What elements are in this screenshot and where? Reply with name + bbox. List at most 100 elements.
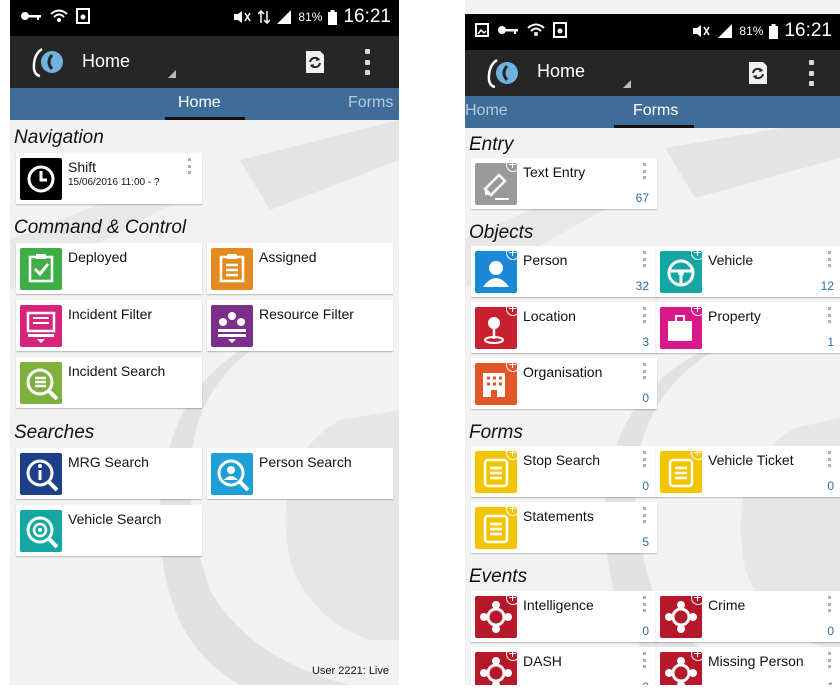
tile-menu-button[interactable] bbox=[643, 363, 647, 379]
wifi-icon bbox=[50, 9, 68, 22]
tab-home[interactable]: Home bbox=[178, 94, 221, 112]
person-search-tile[interactable]: Person Search bbox=[207, 448, 393, 499]
overflow-menu-button[interactable] bbox=[806, 60, 816, 86]
incident-filter-tile[interactable]: Incident Filter bbox=[16, 300, 202, 351]
tile-label: Text Entry bbox=[523, 164, 586, 180]
tile-count: 12 bbox=[820, 279, 834, 293]
image-icon bbox=[76, 8, 90, 24]
resource-filter-tile[interactable]: Resource Filter bbox=[207, 300, 393, 351]
tile-menu-button[interactable] bbox=[188, 158, 192, 174]
section-title-searches: Searches bbox=[14, 422, 95, 443]
tile-menu-button[interactable] bbox=[643, 307, 647, 323]
tab-forms[interactable]: Forms bbox=[348, 94, 393, 112]
tile-count: 0 bbox=[642, 391, 649, 405]
tile-label: Shift bbox=[68, 159, 97, 175]
status-bar: 81% 16:21 bbox=[10, 0, 399, 36]
person-tile[interactable]: Person 32 bbox=[471, 246, 657, 297]
app-bar: Home bbox=[10, 36, 399, 88]
tile-label: Vehicle bbox=[708, 252, 754, 268]
forms-content: Entry Text Entry 67 Objects Person 32 Ve… bbox=[465, 128, 840, 685]
tile-count: 3 bbox=[642, 335, 649, 349]
tile-menu-button[interactable] bbox=[643, 652, 647, 668]
tile-count: 0 bbox=[827, 624, 834, 638]
add-icon bbox=[506, 246, 520, 260]
shift-tile[interactable]: Shift 15/06/2016 11:00 - ? bbox=[16, 153, 202, 204]
section-title-forms: Forms bbox=[469, 422, 523, 443]
section-title-objects: Objects bbox=[469, 222, 534, 243]
image-icon bbox=[553, 22, 567, 38]
signal-icon bbox=[277, 10, 292, 24]
deployed-tile[interactable]: Deployed bbox=[16, 243, 202, 294]
tile-label: DASH bbox=[523, 653, 562, 669]
intelligence-tile[interactable]: Intelligence 0 bbox=[471, 591, 657, 642]
tab-forms[interactable]: Forms bbox=[633, 102, 678, 120]
tile-label: Missing Person bbox=[708, 653, 804, 669]
tile-menu-button[interactable] bbox=[643, 251, 647, 267]
add-icon bbox=[691, 446, 705, 460]
assigned-tile[interactable]: Assigned bbox=[207, 243, 393, 294]
app-logo-icon[interactable] bbox=[487, 56, 521, 90]
add-icon bbox=[691, 591, 705, 605]
battery-percent: 81% bbox=[739, 24, 764, 38]
status-bar: 81% 16:21 bbox=[465, 14, 840, 50]
tile-menu-button[interactable] bbox=[828, 652, 832, 668]
tile-label: Incident Filter bbox=[68, 306, 153, 322]
app-logo-icon[interactable] bbox=[32, 45, 66, 79]
add-icon bbox=[506, 647, 520, 661]
deployed-icon bbox=[20, 248, 62, 290]
add-icon bbox=[506, 158, 520, 172]
stop-search-tile[interactable]: Stop Search 0 bbox=[471, 446, 657, 497]
app-title[interactable]: Home bbox=[537, 61, 585, 82]
dropdown-caret-icon[interactable] bbox=[623, 80, 631, 88]
mute-icon bbox=[234, 11, 252, 23]
tile-count: 32 bbox=[635, 279, 649, 293]
missing-person-tile[interactable]: Missing Person 1 bbox=[656, 647, 840, 685]
statements-tile[interactable]: Statements 5 bbox=[471, 502, 657, 553]
tile-label: Statements bbox=[523, 508, 594, 524]
battery-percent: 81% bbox=[298, 10, 323, 24]
property-tile[interactable]: Property 1 bbox=[656, 302, 840, 353]
tile-count: 0 bbox=[642, 624, 649, 638]
tab-bar: Home Forms bbox=[10, 88, 399, 120]
assigned-icon bbox=[211, 248, 253, 290]
tile-label: Location bbox=[523, 308, 576, 324]
add-icon bbox=[506, 446, 520, 460]
tile-menu-button[interactable] bbox=[828, 251, 832, 267]
section-title-events: Events bbox=[469, 566, 528, 587]
tile-menu-button[interactable] bbox=[828, 307, 832, 323]
app-title[interactable]: Home bbox=[82, 51, 130, 72]
tile-menu-button[interactable] bbox=[643, 507, 647, 523]
image-icon bbox=[475, 23, 489, 37]
sync-icon[interactable] bbox=[743, 59, 771, 87]
tile-label: Property bbox=[708, 308, 761, 324]
mrg-search-tile[interactable]: MRG Search bbox=[16, 448, 202, 499]
sync-icon[interactable] bbox=[300, 48, 328, 76]
crime-tile[interactable]: Crime 0 bbox=[656, 591, 840, 642]
tile-menu-button[interactable] bbox=[643, 163, 647, 179]
location-tile[interactable]: Location 3 bbox=[471, 302, 657, 353]
shift-datetime: 15/06/2016 11:00 - ? bbox=[68, 177, 160, 188]
vehicle-tile[interactable]: Vehicle 12 bbox=[656, 246, 840, 297]
dropdown-caret-icon[interactable] bbox=[168, 70, 176, 78]
tab-home[interactable]: Home bbox=[465, 102, 508, 120]
tile-menu-button[interactable] bbox=[643, 596, 647, 612]
tile-count: 5 bbox=[642, 535, 649, 549]
add-icon bbox=[506, 358, 520, 372]
dash-tile[interactable]: DASH 0 bbox=[471, 647, 657, 685]
incident-search-tile[interactable]: Incident Search bbox=[16, 357, 202, 408]
tile-count: 0 bbox=[642, 479, 649, 493]
overflow-menu-button[interactable] bbox=[362, 49, 372, 75]
tile-menu-button[interactable] bbox=[643, 451, 647, 467]
tile-menu-button[interactable] bbox=[828, 596, 832, 612]
tile-label: Intelligence bbox=[523, 597, 594, 613]
text-entry-tile[interactable]: Text Entry 67 bbox=[471, 158, 657, 209]
mute-icon bbox=[693, 25, 711, 37]
tile-menu-button[interactable] bbox=[828, 451, 832, 467]
tile-label: Assigned bbox=[259, 249, 317, 265]
vehicle-search-tile[interactable]: Vehicle Search bbox=[16, 505, 202, 556]
organisation-tile[interactable]: Organisation 0 bbox=[471, 358, 657, 409]
section-title-navigation: Navigation bbox=[14, 127, 104, 148]
tile-label: Vehicle Ticket bbox=[708, 452, 794, 468]
add-icon bbox=[691, 647, 705, 661]
vehicle-ticket-tile[interactable]: Vehicle Ticket 0 bbox=[656, 446, 840, 497]
